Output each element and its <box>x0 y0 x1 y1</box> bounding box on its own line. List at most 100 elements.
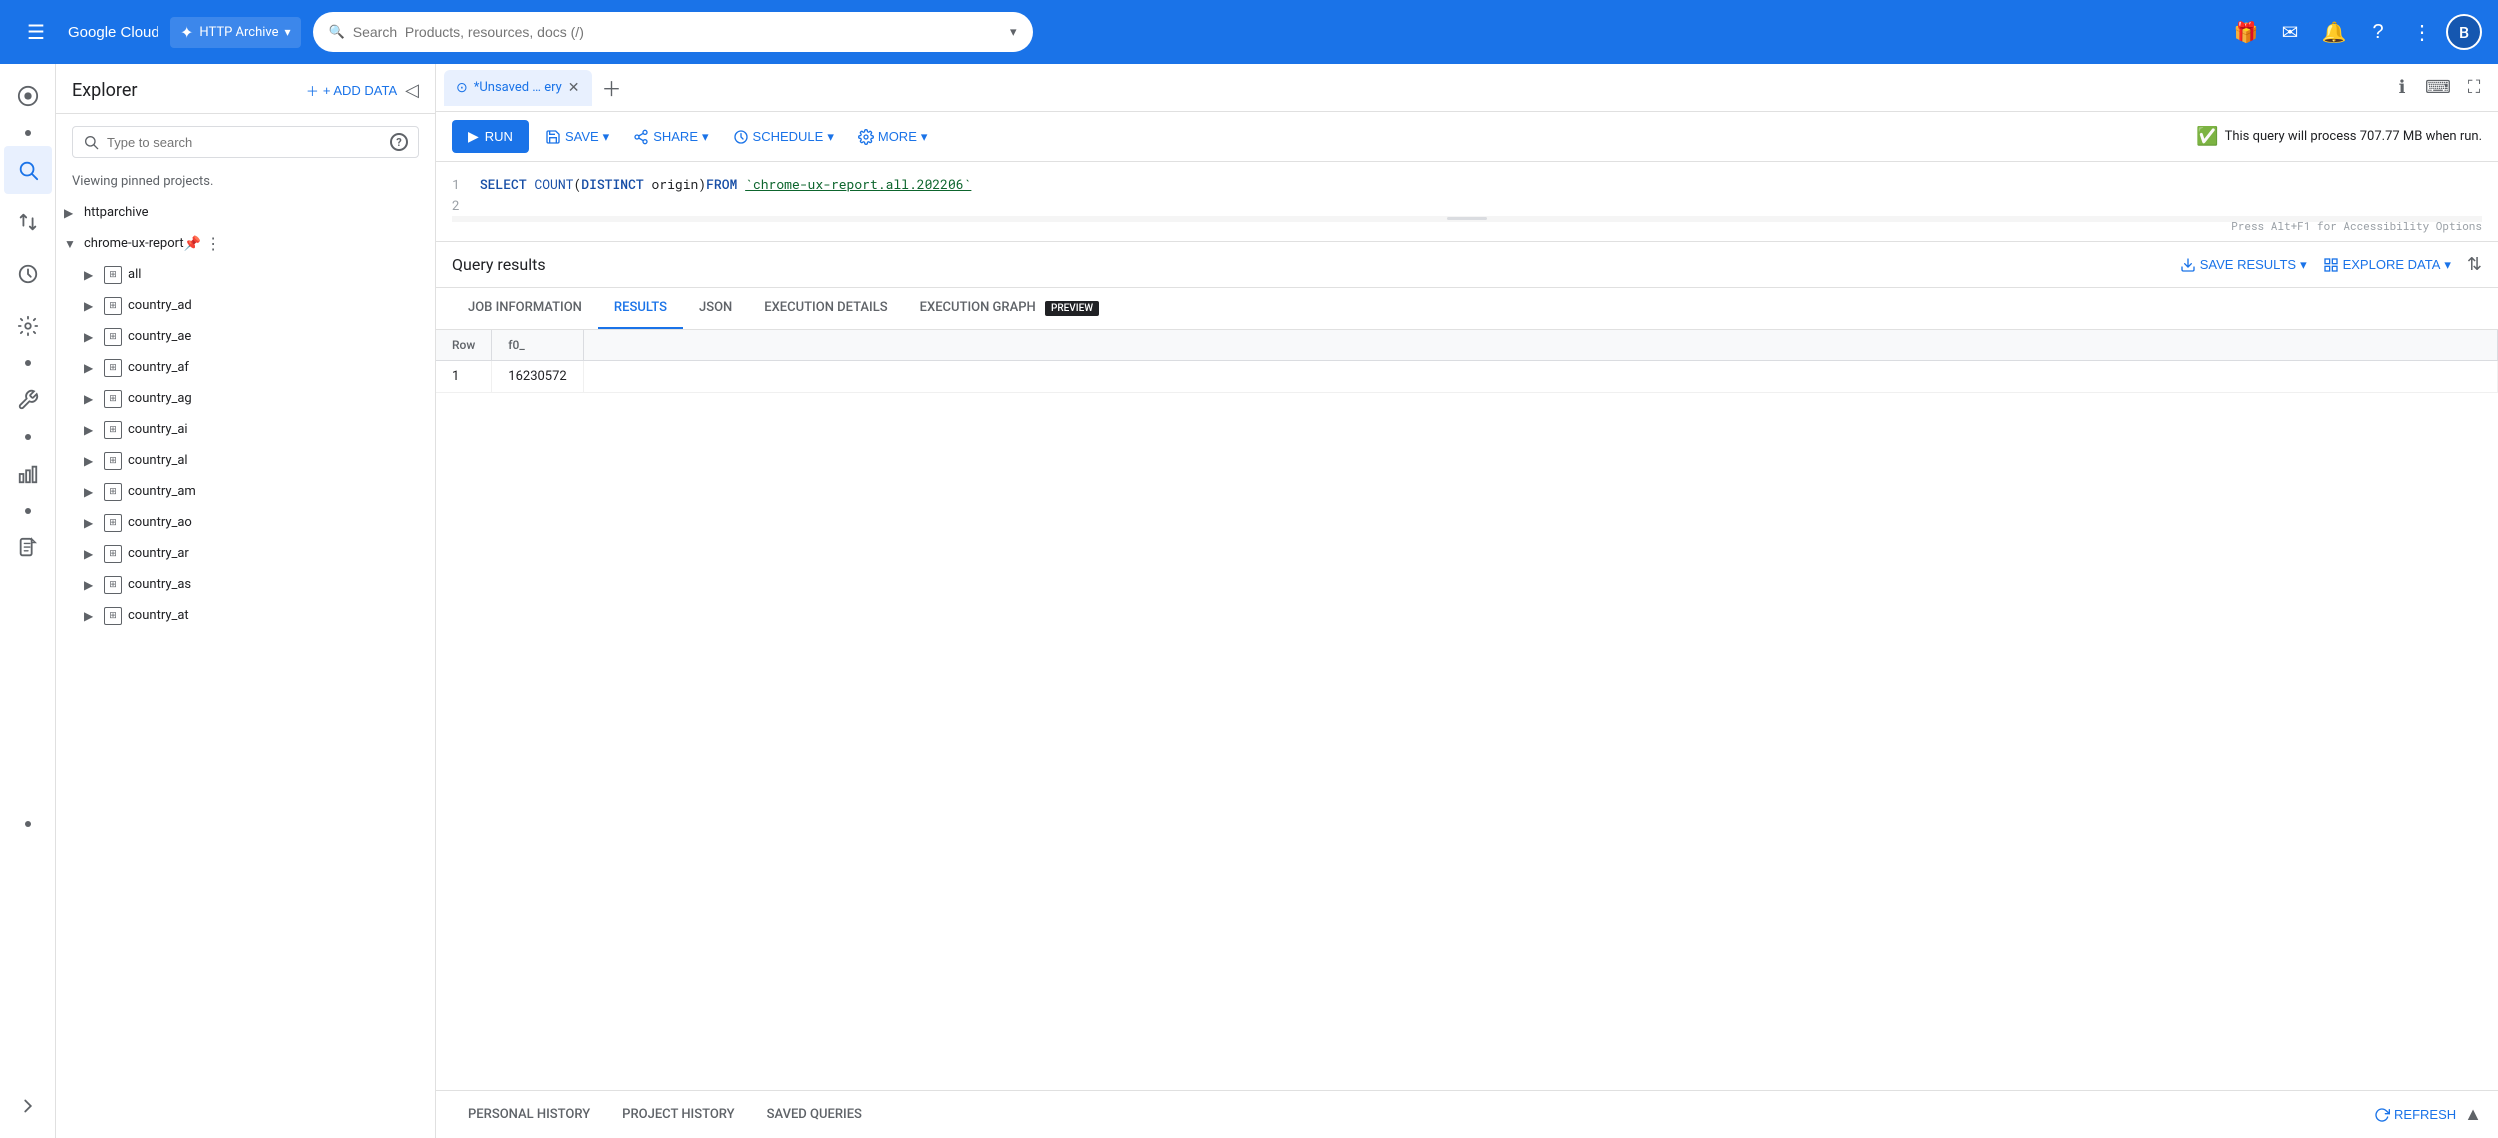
explore-data-button[interactable]: EXPLORE DATA ▾ <box>2323 257 2451 273</box>
search-chevron-icon[interactable]: ▾ <box>1010 25 1017 40</box>
results-table: Row f0_ 1 16230572 <box>436 330 2498 393</box>
more-button[interactable]: MORE ▾ <box>850 123 936 151</box>
more-options-icon-button[interactable]: ⋮ <box>2402 12 2442 52</box>
tree-item-country_as[interactable]: ▶ ⊞ country_as ⋮ <box>56 569 435 600</box>
check-circle-icon: ✅ <box>2196 126 2218 147</box>
dataset-icon: ⊞ <box>104 452 122 470</box>
line-number-1: 1 <box>452 174 472 195</box>
tab-project-history[interactable]: PROJECT HISTORY <box>606 1091 750 1138</box>
dataset-icon: ⊞ <box>104 483 122 501</box>
help-icon-button[interactable]: ? <box>2358 12 2398 52</box>
more-options-icon[interactable]: ⋮ <box>192 513 208 532</box>
keyboard-icon-button[interactable]: ⌨ <box>2422 72 2454 104</box>
tree-item-country_ad[interactable]: ▶ ⊞ country_ad ⋮ <box>56 290 435 321</box>
schedule-button[interactable]: SCHEDULE ▾ <box>725 123 842 151</box>
pin-icon: 📌 <box>184 236 201 252</box>
add-data-button[interactable]: ＋ + ADD DATA <box>306 81 397 100</box>
tree-item-country_al[interactable]: ▶ ⊞ country_al ⋮ <box>56 445 435 476</box>
tree-item-country_af[interactable]: ▶ ⊞ country_af ⋮ <box>56 352 435 383</box>
collapse-panel-button[interactable]: ◁ <box>405 80 419 101</box>
tab-execution-details[interactable]: EXECUTION DETAILS <box>748 288 903 329</box>
tree-item-httparchive[interactable]: ▶ httparchive ⋮ <box>56 197 435 228</box>
more-options-icon[interactable]: ⋮ <box>189 544 205 563</box>
explorer-panel: Explorer ＋ + ADD DATA ◁ ? Viewing pinned… <box>56 64 436 1138</box>
sidebar-icon-wrench[interactable] <box>4 376 52 424</box>
fullscreen-icon-button[interactable]: ⛶ <box>2458 72 2490 104</box>
more-options-icon[interactable]: ⋮ <box>189 358 205 377</box>
explorer-title: Explorer <box>72 80 138 101</box>
tree-item-country_at[interactable]: ▶ ⊞ country_at ⋮ <box>56 600 435 631</box>
more-options-icon[interactable]: ⋮ <box>192 296 208 315</box>
search-icon: 🔍 <box>329 25 345 40</box>
global-search-input[interactable] <box>353 24 1002 40</box>
editor-resize-handle[interactable] <box>452 216 2482 222</box>
share-button[interactable]: SHARE ▾ <box>625 123 716 151</box>
dataset-icon: ⊞ <box>104 607 122 625</box>
query-tab-unsaved[interactable]: ⊙ *Unsaved … ery ✕ <box>444 70 592 106</box>
user-avatar[interactable]: B <box>2446 14 2482 50</box>
nav-icons-group: 🎁 ✉ 🔔 ? ⋮ B <box>2226 12 2482 52</box>
more-label: MORE <box>878 129 917 144</box>
expand-results-button[interactable]: ⇅ <box>2467 254 2482 275</box>
tree-item-country_ag[interactable]: ▶ ⊞ country_ag ⋮ <box>56 383 435 414</box>
more-options-icon[interactable]: ⋮ <box>196 482 212 501</box>
help-icon[interactable]: ? <box>390 133 408 151</box>
explorer-search-input[interactable] <box>107 135 382 150</box>
notifications-icon-button[interactable]: 🔔 <box>2314 12 2354 52</box>
new-tab-button[interactable]: ＋ <box>596 72 628 104</box>
more-options-icon[interactable]: ⋮ <box>189 606 205 625</box>
tab-results[interactable]: RESULTS <box>598 288 683 329</box>
item-name: country_ag <box>128 391 192 406</box>
sidebar-icon-document[interactable] <box>4 524 52 572</box>
save-button[interactable]: SAVE ▾ <box>537 123 617 151</box>
collapse-bottom-button[interactable]: ▲ <box>2464 1104 2482 1125</box>
content-area: ⊙ *Unsaved … ery ✕ ＋ ℹ ⌨ ⛶ ▶ RUN SAVE ▾ <box>436 64 2498 1138</box>
tree-item-country_ai[interactable]: ▶ ⊞ country_ai ⋮ <box>56 414 435 445</box>
more-options-icon[interactable]: ⋮ <box>191 575 207 594</box>
tree-item-all[interactable]: ▶ ⊞ all ⋮ <box>56 259 435 290</box>
chat-icon-button[interactable]: ✉ <box>2270 12 2310 52</box>
tab-json[interactable]: JSON <box>683 288 748 329</box>
run-button[interactable]: ▶ RUN <box>452 120 529 153</box>
more-options-icon[interactable]: ⋮ <box>205 234 221 253</box>
project-selector-label: HTTP Archive <box>199 25 278 40</box>
results-tabs: JOB INFORMATION RESULTS JSON EXECUTION D… <box>436 288 2498 330</box>
code-line-1: 1 SELECT COUNT ( DISTINCT origin) FROM `… <box>452 174 2482 195</box>
column-header-row: Row <box>436 330 492 361</box>
share-label: SHARE <box>653 129 698 144</box>
sidebar-icon-expand[interactable] <box>4 1082 52 1130</box>
item-name: country_am <box>128 484 196 499</box>
more-options-icon[interactable]: ⋮ <box>192 389 208 408</box>
sidebar-icon-gear[interactable] <box>4 302 52 350</box>
more-options-icon[interactable]: ⋮ <box>149 203 165 222</box>
tree-item-country_am[interactable]: ▶ ⊞ country_am ⋮ <box>56 476 435 507</box>
tab-personal-history[interactable]: PERSONAL HISTORY <box>452 1091 606 1138</box>
sidebar-icon-transfer[interactable] <box>4 198 52 246</box>
dataset-icon: ⊞ <box>104 514 122 532</box>
expand-arrow-icon: ▶ <box>84 609 104 623</box>
more-options-icon[interactable]: ⋮ <box>188 451 204 470</box>
tab-execution-graph[interactable]: EXECUTION GRAPH PREVIEW <box>904 288 1115 329</box>
sidebar-dot-2 <box>25 360 31 366</box>
project-selector[interactable]: ✦ HTTP Archive ▾ <box>170 17 301 48</box>
tree-item-chrome-ux-report[interactable]: ▼ chrome-ux-report 📌 ⋮ <box>56 228 435 259</box>
save-results-button[interactable]: SAVE RESULTS ▾ <box>2180 257 2307 273</box>
close-tab-icon[interactable]: ✕ <box>568 80 580 96</box>
refresh-button[interactable]: REFRESH <box>2374 1107 2456 1123</box>
tab-saved-queries[interactable]: SAVED QUERIES <box>751 1091 878 1138</box>
more-options-icon[interactable]: ⋮ <box>191 327 207 346</box>
sidebar-icon-overview[interactable] <box>4 72 52 120</box>
gifts-icon-button[interactable]: 🎁 <box>2226 12 2266 52</box>
tree-item-country_ae[interactable]: ▶ ⊞ country_ae ⋮ <box>56 321 435 352</box>
tree-item-country_ao[interactable]: ▶ ⊞ country_ao ⋮ <box>56 507 435 538</box>
sidebar-icon-search[interactable] <box>4 146 52 194</box>
query-info-icon-button[interactable]: ℹ <box>2386 72 2418 104</box>
tab-job-information[interactable]: JOB INFORMATION <box>452 288 598 329</box>
more-options-icon[interactable]: ⋮ <box>141 265 157 284</box>
tree-item-country_ar[interactable]: ▶ ⊞ country_ar ⋮ <box>56 538 435 569</box>
more-options-icon[interactable]: ⋮ <box>188 420 204 439</box>
hamburger-menu-button[interactable]: ☰ <box>16 12 56 52</box>
sidebar-icon-chart[interactable] <box>4 450 52 498</box>
sidebar-icon-history[interactable] <box>4 250 52 298</box>
code-editor[interactable]: 1 SELECT COUNT ( DISTINCT origin) FROM `… <box>436 162 2498 242</box>
